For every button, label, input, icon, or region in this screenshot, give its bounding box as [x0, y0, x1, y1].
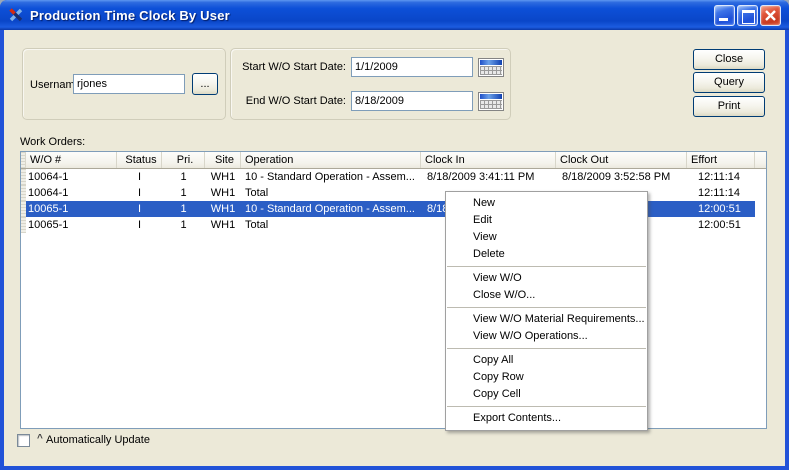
- table-row[interactable]: 10065-1I1WH110 - Standard Operation - As…: [21, 201, 766, 217]
- column-header-status[interactable]: Status: [117, 152, 162, 168]
- maximize-button[interactable]: [737, 5, 758, 26]
- start-date-label: Start W/O Start Date:: [234, 61, 346, 73]
- close-window-button[interactable]: [760, 5, 781, 26]
- cell-operation[interactable]: 10 - Standard Operation - Assem...: [241, 201, 421, 217]
- cell-clock_out[interactable]: 8/18/2009 3:52:58 PM: [556, 169, 687, 185]
- cell-status[interactable]: I: [117, 201, 162, 217]
- cell-site[interactable]: WH1: [205, 201, 241, 217]
- calendar-icon: [480, 60, 502, 65]
- end-date-input[interactable]: [351, 91, 473, 111]
- cell-wo[interactable]: 10064-1: [26, 169, 117, 185]
- menu-item-view-w-o-material-requirements[interactable]: View W/O Material Requirements...: [446, 311, 647, 328]
- menu-item-view[interactable]: View: [446, 229, 647, 246]
- cell-pri[interactable]: 1: [162, 217, 205, 233]
- cell-site[interactable]: WH1: [205, 169, 241, 185]
- cell-operation[interactable]: 10 - Standard Operation - Assem...: [241, 169, 421, 185]
- table-header-row: W/O #StatusPri.SiteOperationClock InCloc…: [21, 152, 766, 169]
- context-menu: NewEditViewDelete View W/OClose W/O... Vie…: [445, 191, 648, 431]
- menu-item-view-w-o-operations[interactable]: View W/O Operations...: [446, 328, 647, 345]
- cell-site[interactable]: WH1: [205, 217, 241, 233]
- column-header-pri[interactable]: Pri.: [162, 152, 205, 168]
- cell-effort[interactable]: 12:00:51: [687, 201, 755, 217]
- calendar-grid: [480, 100, 502, 109]
- cell-effort[interactable]: 12:00:51: [687, 217, 755, 233]
- menu-separator: [447, 406, 646, 407]
- start-date-calendar-button[interactable]: [478, 58, 504, 77]
- column-header-operation[interactable]: Operation: [241, 152, 421, 168]
- cell-wo[interactable]: 10065-1: [26, 217, 117, 233]
- cell-status[interactable]: I: [117, 185, 162, 201]
- username-input[interactable]: [73, 74, 185, 94]
- table-row[interactable]: 10065-1I1WH1Total 12:00:51: [21, 217, 766, 233]
- cell-status[interactable]: I: [117, 217, 162, 233]
- column-header-filler: [755, 152, 766, 168]
- calendar-icon: [480, 94, 502, 99]
- minimize-button[interactable]: [714, 5, 735, 26]
- close-button[interactable]: Close: [693, 49, 765, 70]
- menu-separator: [447, 348, 646, 349]
- title-bar[interactable]: Production Time Clock By User: [0, 0, 789, 30]
- cell-pri[interactable]: 1: [162, 185, 205, 201]
- start-date-input[interactable]: [351, 57, 473, 77]
- cell-operation[interactable]: Total: [241, 185, 421, 201]
- cell-site[interactable]: WH1: [205, 185, 241, 201]
- cell-clock_in[interactable]: 8/18/2009 3:41:11 PM: [421, 169, 556, 185]
- application-window: Production Time Clock By User Username: …: [0, 0, 789, 470]
- auto-update-checkbox[interactable]: [17, 434, 30, 447]
- menu-separator: [447, 307, 646, 308]
- column-header-site[interactable]: Site: [205, 152, 241, 168]
- column-header-clock_in[interactable]: Clock In: [421, 152, 556, 168]
- cell-wo[interactable]: 10064-1: [26, 185, 117, 201]
- menu-item-copy-all[interactable]: Copy All: [446, 352, 647, 369]
- menu-item-delete[interactable]: Delete: [446, 246, 647, 263]
- cell-pri[interactable]: 1: [162, 201, 205, 217]
- work-orders-table[interactable]: W/O #StatusPri.SiteOperationClock InCloc…: [20, 151, 767, 429]
- cell-wo[interactable]: 10065-1: [26, 201, 117, 217]
- calendar-grid: [480, 66, 502, 75]
- username-browse-button[interactable]: ...: [192, 73, 218, 95]
- end-date-label: End W/O Start Date:: [234, 95, 346, 107]
- table-row[interactable]: 10064-1I1WH110 - Standard Operation - As…: [21, 169, 766, 185]
- menu-item-new[interactable]: New: [446, 195, 647, 212]
- menu-item-export-contents[interactable]: Export Contents...: [446, 410, 647, 427]
- menu-separator: [447, 266, 646, 267]
- cell-effort[interactable]: 12:11:14: [687, 169, 755, 185]
- cell-operation[interactable]: Total: [241, 217, 421, 233]
- column-header-effort[interactable]: Effort: [687, 152, 755, 168]
- menu-item-view-w-o[interactable]: View W/O: [446, 270, 647, 287]
- menu-item-edit[interactable]: Edit: [446, 212, 647, 229]
- print-button[interactable]: Print: [693, 96, 765, 117]
- cell-status[interactable]: I: [117, 169, 162, 185]
- query-button[interactable]: Query: [693, 72, 765, 93]
- window-title: Production Time Clock By User: [30, 8, 230, 23]
- cell-effort[interactable]: 12:11:14: [687, 185, 755, 201]
- close-icon: [761, 6, 780, 25]
- auto-update-marker-icon: ^: [37, 433, 43, 444]
- menu-item-close-w-o[interactable]: Close W/O...: [446, 287, 647, 304]
- auto-update-label: Automatically Update: [46, 434, 150, 446]
- app-logo-icon: [8, 7, 24, 23]
- menu-item-copy-cell[interactable]: Copy Cell: [446, 386, 647, 403]
- dialog-client-area: Username: ... Start W/O Start Date: End …: [4, 30, 785, 466]
- work-orders-label: Work Orders:: [20, 136, 85, 148]
- table-body: 10064-1I1WH110 - Standard Operation - As…: [21, 169, 766, 233]
- menu-item-copy-row[interactable]: Copy Row: [446, 369, 647, 386]
- end-date-calendar-button[interactable]: [478, 92, 504, 111]
- column-header-wo[interactable]: W/O #: [26, 152, 117, 168]
- column-header-clock_out[interactable]: Clock Out: [556, 152, 687, 168]
- table-row[interactable]: 10064-1I1WH1Total 12:11:14: [21, 185, 766, 201]
- cell-pri[interactable]: 1: [162, 169, 205, 185]
